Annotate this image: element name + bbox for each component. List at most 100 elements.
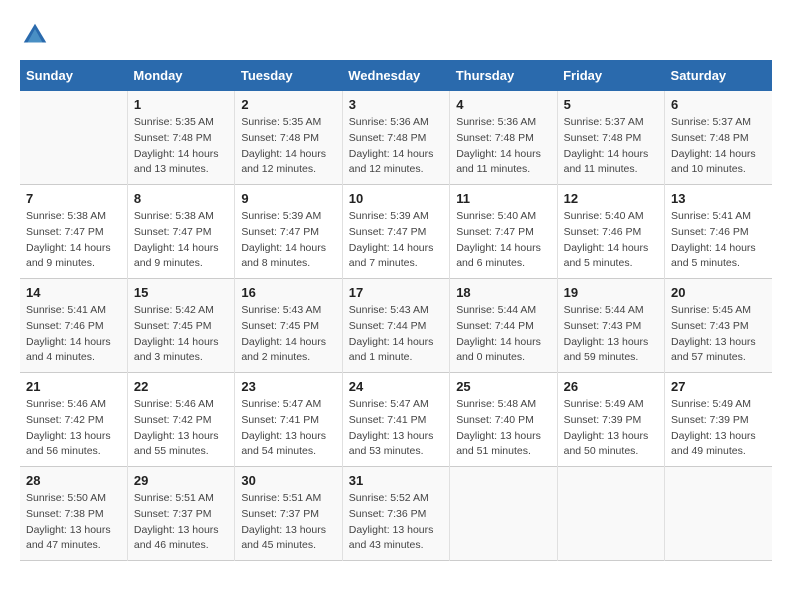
day-cell: 22 Sunrise: 5:46 AMSunset: 7:42 PMDayligh… [127, 373, 234, 467]
day-cell: 17 Sunrise: 5:43 AMSunset: 7:44 PMDayligh… [342, 279, 449, 373]
day-info: Sunrise: 5:39 AMSunset: 7:47 PMDaylight:… [349, 209, 443, 272]
header-cell-monday: Monday [127, 60, 234, 91]
day-number: 31 [349, 473, 443, 488]
day-number: 10 [349, 191, 443, 206]
day-cell: 13 Sunrise: 5:41 AMSunset: 7:46 PMDayligh… [665, 185, 772, 279]
day-number: 24 [349, 379, 443, 394]
day-cell: 31Sunrise: 5:52 AMSunset: 7:36 PMDayligh… [342, 467, 449, 561]
day-number: 2 [241, 97, 335, 112]
day-cell [450, 467, 557, 561]
day-number: 9 [241, 191, 335, 206]
day-info: Sunrise: 5:47 AMSunset: 7:41 PMDaylight:… [349, 397, 443, 460]
day-info: Sunrise: 5:43 AMSunset: 7:45 PMDaylight:… [241, 303, 335, 366]
day-info: Sunrise: 5:35 AMSunset: 7:48 PMDaylight:… [134, 115, 228, 178]
day-number: 12 [564, 191, 658, 206]
day-cell: 24 Sunrise: 5:47 AMSunset: 7:41 PMDayligh… [342, 373, 449, 467]
day-number: 22 [134, 379, 228, 394]
day-number: 21 [26, 379, 121, 394]
day-cell: 3Sunrise: 5:36 AMSunset: 7:48 PMDaylight… [342, 91, 449, 185]
day-info: Sunrise: 5:38 AMSunset: 7:47 PMDaylight:… [134, 209, 228, 272]
day-cell: 15 Sunrise: 5:42 AMSunset: 7:45 PMDayligh… [127, 279, 234, 373]
day-cell: 18 Sunrise: 5:44 AMSunset: 7:44 PMDayligh… [450, 279, 557, 373]
day-cell: 29 Sunrise: 5:51 AMSunset: 7:37 PMDayligh… [127, 467, 234, 561]
day-info: Sunrise: 5:51 AMSunset: 7:37 PMDaylight:… [241, 491, 335, 554]
day-number: 29 [134, 473, 228, 488]
day-cell: 11 Sunrise: 5:40 AMSunset: 7:47 PMDayligh… [450, 185, 557, 279]
week-row-2: 7 Sunrise: 5:38 AMSunset: 7:47 PMDaylight… [20, 185, 772, 279]
calendar-table: SundayMondayTuesdayWednesdayThursdayFrid… [20, 60, 772, 561]
day-number: 26 [564, 379, 658, 394]
header-cell-wednesday: Wednesday [342, 60, 449, 91]
day-info: Sunrise: 5:46 AMSunset: 7:42 PMDaylight:… [134, 397, 228, 460]
day-number: 30 [241, 473, 335, 488]
day-info: Sunrise: 5:36 AMSunset: 7:48 PMDaylight:… [456, 115, 550, 178]
day-cell: 25 Sunrise: 5:48 AMSunset: 7:40 PMDayligh… [450, 373, 557, 467]
day-info: Sunrise: 5:46 AMSunset: 7:42 PMDaylight:… [26, 397, 121, 460]
calendar-header: SundayMondayTuesdayWednesdayThursdayFrid… [20, 60, 772, 91]
day-info: Sunrise: 5:51 AMSunset: 7:37 PMDaylight:… [134, 491, 228, 554]
day-number: 6 [671, 97, 766, 112]
week-row-4: 21 Sunrise: 5:46 AMSunset: 7:42 PMDayligh… [20, 373, 772, 467]
day-cell [665, 467, 772, 561]
day-info: Sunrise: 5:38 AMSunset: 7:47 PMDaylight:… [26, 209, 121, 272]
day-cell: 2Sunrise: 5:35 AMSunset: 7:48 PMDaylight… [235, 91, 342, 185]
day-info: Sunrise: 5:42 AMSunset: 7:45 PMDaylight:… [134, 303, 228, 366]
day-number: 15 [134, 285, 228, 300]
day-number: 23 [241, 379, 335, 394]
day-number: 4 [456, 97, 550, 112]
week-row-5: 28 Sunrise: 5:50 AMSunset: 7:38 PMDayligh… [20, 467, 772, 561]
day-cell: 4 Sunrise: 5:36 AMSunset: 7:48 PMDaylight… [450, 91, 557, 185]
day-info: Sunrise: 5:44 AMSunset: 7:43 PMDaylight:… [564, 303, 658, 366]
day-info: Sunrise: 5:40 AMSunset: 7:47 PMDaylight:… [456, 209, 550, 272]
day-cell: 7 Sunrise: 5:38 AMSunset: 7:47 PMDaylight… [20, 185, 127, 279]
day-number: 18 [456, 285, 550, 300]
logo [20, 20, 54, 50]
page-header [20, 20, 772, 50]
day-cell [557, 467, 664, 561]
day-cell: 19 Sunrise: 5:44 AMSunset: 7:43 PMDayligh… [557, 279, 664, 373]
day-cell: 26 Sunrise: 5:49 AMSunset: 7:39 PMDayligh… [557, 373, 664, 467]
day-number: 5 [564, 97, 658, 112]
day-number: 14 [26, 285, 121, 300]
header-cell-sunday: Sunday [20, 60, 127, 91]
day-cell: 9 Sunrise: 5:39 AMSunset: 7:47 PMDaylight… [235, 185, 342, 279]
day-number: 13 [671, 191, 766, 206]
day-info: Sunrise: 5:40 AMSunset: 7:46 PMDaylight:… [564, 209, 658, 272]
day-cell: 6 Sunrise: 5:37 AMSunset: 7:48 PMDaylight… [665, 91, 772, 185]
day-cell: 16 Sunrise: 5:43 AMSunset: 7:45 PMDayligh… [235, 279, 342, 373]
day-info: Sunrise: 5:39 AMSunset: 7:47 PMDaylight:… [241, 209, 335, 272]
day-info: Sunrise: 5:41 AMSunset: 7:46 PMDaylight:… [671, 209, 766, 272]
day-info: Sunrise: 5:50 AMSunset: 7:38 PMDaylight:… [26, 491, 121, 554]
day-number: 27 [671, 379, 766, 394]
day-cell: 27Sunrise: 5:49 AMSunset: 7:39 PMDayligh… [665, 373, 772, 467]
day-number: 16 [241, 285, 335, 300]
day-cell: 10 Sunrise: 5:39 AMSunset: 7:47 PMDayligh… [342, 185, 449, 279]
day-number: 1 [134, 97, 228, 112]
day-info: Sunrise: 5:41 AMSunset: 7:46 PMDaylight:… [26, 303, 121, 366]
day-info: Sunrise: 5:48 AMSunset: 7:40 PMDaylight:… [456, 397, 550, 460]
day-cell: 12 Sunrise: 5:40 AMSunset: 7:46 PMDayligh… [557, 185, 664, 279]
day-cell: 1 Sunrise: 5:35 AMSunset: 7:48 PMDaylight… [127, 91, 234, 185]
day-number: 8 [134, 191, 228, 206]
week-row-3: 14 Sunrise: 5:41 AMSunset: 7:46 PMDayligh… [20, 279, 772, 373]
header-cell-saturday: Saturday [665, 60, 772, 91]
header-cell-thursday: Thursday [450, 60, 557, 91]
day-info: Sunrise: 5:37 AMSunset: 7:48 PMDaylight:… [564, 115, 658, 178]
day-number: 17 [349, 285, 443, 300]
day-cell: 23Sunrise: 5:47 AMSunset: 7:41 PMDayligh… [235, 373, 342, 467]
day-number: 19 [564, 285, 658, 300]
day-number: 11 [456, 191, 550, 206]
day-number: 7 [26, 191, 121, 206]
day-cell: 14 Sunrise: 5:41 AMSunset: 7:46 PMDayligh… [20, 279, 127, 373]
day-info: Sunrise: 5:49 AMSunset: 7:39 PMDaylight:… [564, 397, 658, 460]
day-cell: 5 Sunrise: 5:37 AMSunset: 7:48 PMDaylight… [557, 91, 664, 185]
day-info: Sunrise: 5:44 AMSunset: 7:44 PMDaylight:… [456, 303, 550, 366]
day-number: 25 [456, 379, 550, 394]
day-cell [20, 91, 127, 185]
day-info: Sunrise: 5:37 AMSunset: 7:48 PMDaylight:… [671, 115, 766, 178]
day-info: Sunrise: 5:43 AMSunset: 7:44 PMDaylight:… [349, 303, 443, 366]
day-cell: 28 Sunrise: 5:50 AMSunset: 7:38 PMDayligh… [20, 467, 127, 561]
day-cell: 20Sunrise: 5:45 AMSunset: 7:43 PMDayligh… [665, 279, 772, 373]
calendar-body: 1 Sunrise: 5:35 AMSunset: 7:48 PMDaylight… [20, 91, 772, 561]
day-number: 28 [26, 473, 121, 488]
